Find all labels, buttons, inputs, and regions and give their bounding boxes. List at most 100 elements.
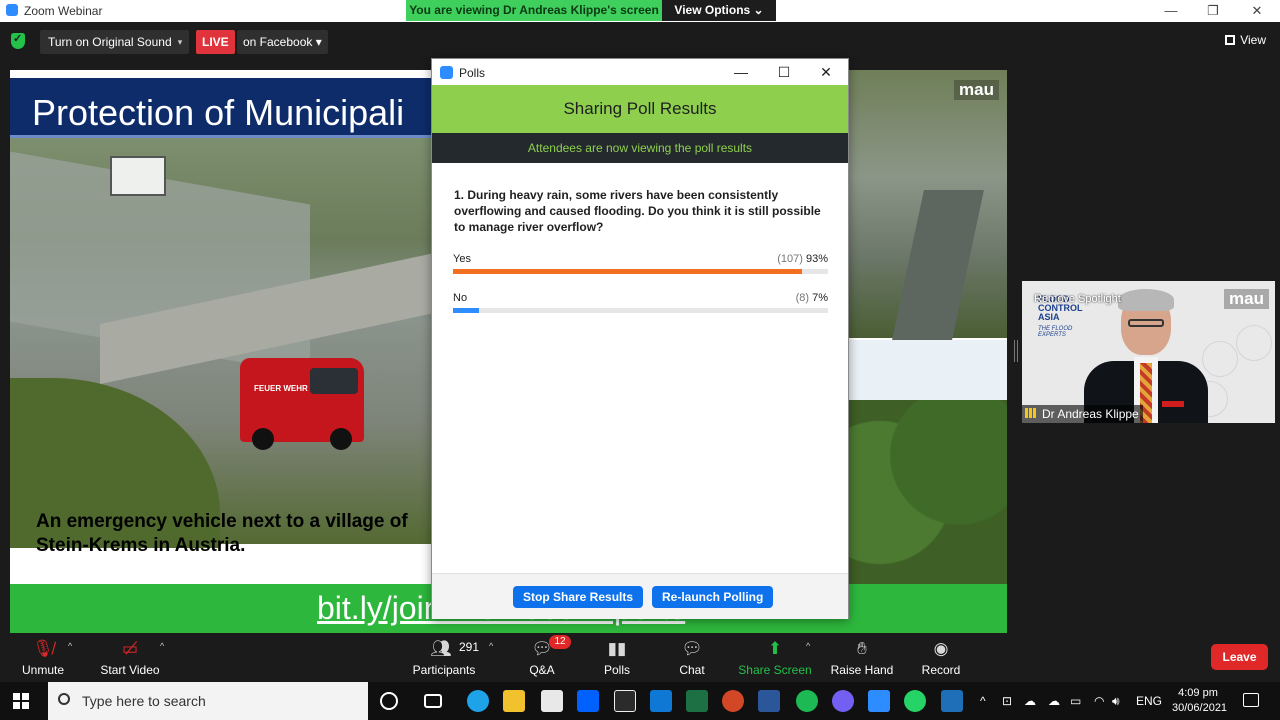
trees: [848, 400, 1007, 585]
audio-options-caret[interactable]: ^: [68, 641, 72, 651]
option-percent: 93%: [805, 253, 828, 265]
record-button[interactable]: ◉ Record: [901, 633, 981, 682]
slide-title: Protection of Municipali: [32, 92, 405, 133]
polls-close-button[interactable]: ✕: [813, 61, 839, 83]
file-explorer-icon[interactable]: [503, 690, 525, 712]
zoom-taskbar-icon[interactable]: [868, 690, 890, 712]
option-percent: 7%: [812, 292, 828, 304]
top-toolbar: Turn on Original Sound ▾ LIVE on Faceboo…: [0, 22, 1280, 60]
notifications-icon[interactable]: [1243, 693, 1259, 707]
tray-app-icon[interactable]: ⊡: [1002, 694, 1012, 708]
powerpoint-icon[interactable]: [722, 690, 744, 712]
participants-caret[interactable]: ^: [489, 641, 493, 651]
photos-icon[interactable]: [941, 690, 963, 712]
excel-icon[interactable]: [686, 690, 708, 712]
view-options-button[interactable]: View Options ⌄: [662, 0, 776, 21]
windows-taskbar: Type here to search ^ ⊡ ☁︎ ☁︎ ▭ ◠ 🔊︎ ENG…: [0, 682, 1280, 720]
task-view-icon[interactable]: [424, 694, 442, 708]
view-label: View: [1240, 33, 1266, 47]
spotify-icon[interactable]: [796, 690, 818, 712]
slide-caption: An emergency vehicle next to a village o…: [36, 511, 408, 556]
polls-minimize-button[interactable]: —: [728, 61, 754, 83]
option-label: Yes: [453, 253, 471, 265]
polls-maximize-button[interactable]: ☐: [771, 61, 797, 83]
share-options-caret[interactable]: ^: [806, 641, 810, 651]
poll-option: Yes (107) 93%: [453, 253, 828, 283]
chat-button[interactable]: 💬︎ Chat: [652, 633, 732, 682]
cortana-icon[interactable]: [380, 692, 398, 710]
participants-icon: 👥︎: [430, 639, 452, 658]
share-screen-icon: ⬆︎: [767, 639, 783, 658]
close-button[interactable]: ✕: [1242, 2, 1272, 20]
option-result: (8) 7%: [796, 292, 828, 304]
windows-start-icon[interactable]: [13, 693, 29, 709]
view-button[interactable]: View: [1225, 33, 1266, 47]
result-bar-fill: [453, 269, 802, 274]
share-screen-button[interactable]: ⬆︎ Share Screen: [735, 633, 815, 682]
muted-mic-icon: 🎙︎̸: [32, 639, 54, 658]
viber-icon[interactable]: [832, 690, 854, 712]
show-hidden-icons[interactable]: ^: [980, 694, 986, 708]
sound-options-caret[interactable]: ▾: [171, 30, 189, 54]
speaker-video-tile[interactable]: FLOOD CONTROL ASIA THE FLOOD EXPERTS Rem…: [1022, 281, 1275, 423]
leave-button[interactable]: Leave: [1211, 644, 1268, 670]
polls-titlebar: Polls — ☐ ✕: [432, 59, 848, 85]
bolt-app-icon[interactable]: [614, 690, 636, 712]
van-wheel: [330, 428, 352, 450]
clock-date: 30/06/2021: [1172, 702, 1228, 714]
maximize-button[interactable]: ❐: [1198, 2, 1228, 20]
raise-hand-button[interactable]: ✋︎ Raise Hand: [822, 633, 902, 682]
trees-photo: [848, 340, 1007, 585]
flood-photo: FEUER WEHR: [10, 138, 440, 548]
poll-results-header: Sharing Poll Results: [432, 85, 848, 133]
live-destination-button[interactable]: on Facebook ▾: [237, 30, 328, 54]
result-bar-track: [453, 308, 828, 313]
raise-hand-label: Raise Hand: [830, 663, 894, 677]
taskbar-clock[interactable]: 4:09 pm 30/06/2021: [1172, 686, 1228, 716]
poll-footer: Stop Share Results Re-launch Polling: [432, 573, 848, 619]
word-icon[interactable]: [758, 690, 780, 712]
taskbar-search[interactable]: Type here to search: [48, 682, 368, 720]
cloud-icon[interactable]: ☁︎: [1048, 694, 1060, 708]
stop-share-results-button[interactable]: Stop Share Results: [513, 586, 644, 608]
video-options-caret[interactable]: ^: [160, 641, 164, 651]
minimize-button[interactable]: —: [1156, 2, 1186, 20]
battery-icon[interactable]: ▭: [1070, 694, 1081, 708]
panel-resize-handle[interactable]: [1014, 340, 1018, 362]
chat-icon: 💬︎: [681, 639, 703, 658]
bg-circle: [1236, 325, 1272, 361]
relaunch-polling-button[interactable]: Re-launch Polling: [652, 586, 774, 608]
search-placeholder: Type here to search: [82, 693, 206, 709]
mail-icon[interactable]: [650, 690, 672, 712]
remove-spotlight-button[interactable]: Remove Spotlight: [1034, 293, 1121, 305]
poll-option: No (8) 7%: [453, 292, 828, 322]
video-off-icon: ▭̸: [121, 639, 139, 658]
speaker-name-tag: Dr Andreas Klippe: [1022, 405, 1143, 423]
dropbox-icon[interactable]: [577, 690, 599, 712]
polls-label: Polls: [603, 663, 630, 677]
shield-icon[interactable]: [11, 32, 25, 49]
onedrive-icon[interactable]: ☁︎: [1024, 694, 1036, 708]
mau-tag: mau: [1224, 289, 1269, 309]
record-label: Record: [921, 663, 961, 677]
record-icon: ◉: [933, 639, 949, 658]
slide-title-bar: Protection of Municipali: [10, 78, 440, 138]
volume-icon[interactable]: 🔊︎: [1112, 694, 1120, 709]
original-sound-button[interactable]: Turn on Original Sound: [40, 30, 180, 54]
language-indicator[interactable]: ENG: [1136, 694, 1162, 708]
wifi-icon[interactable]: ◠: [1094, 694, 1104, 708]
edge-icon[interactable]: [467, 690, 489, 712]
result-bar-track: [453, 269, 828, 274]
whatsapp-icon[interactable]: [904, 690, 926, 712]
mau-watermark: mau: [954, 80, 999, 100]
zoom-app-icon: [6, 4, 18, 16]
red-marker: [1162, 401, 1184, 407]
store-icon[interactable]: [541, 690, 563, 712]
van-lettering: FEUER WEHR: [254, 384, 308, 393]
fire-van: FEUER WEHR: [240, 358, 364, 450]
road: [892, 190, 984, 340]
polls-button[interactable]: ▮▮ Polls: [577, 633, 657, 682]
start-video-button[interactable]: ▭̸ Start Video: [90, 633, 170, 682]
grid-view-icon: [1225, 35, 1236, 45]
chat-label: Chat: [679, 663, 705, 677]
